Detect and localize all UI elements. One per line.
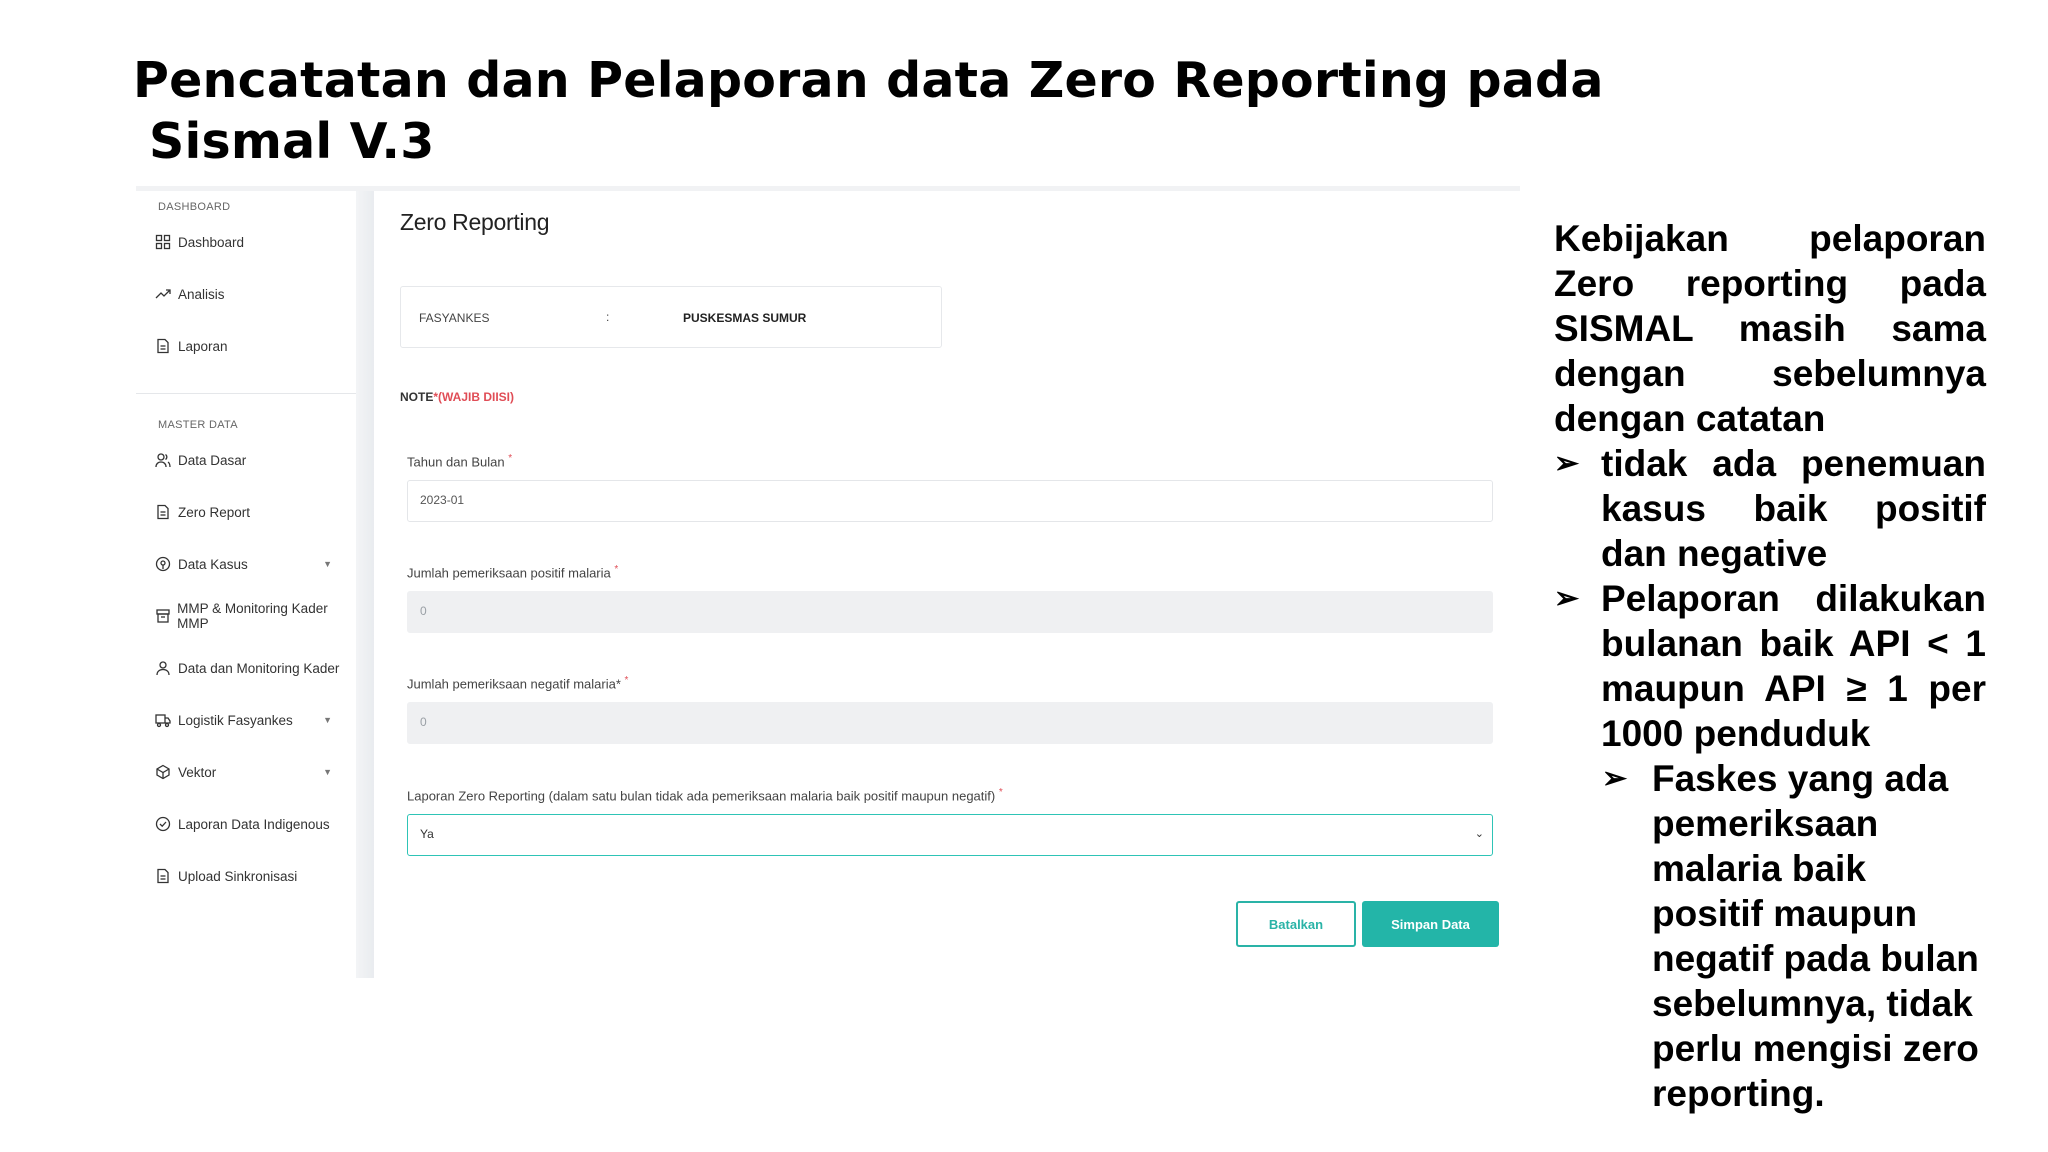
sidebar-edge <box>356 191 374 978</box>
save-button[interactable]: Simpan Data <box>1362 901 1499 947</box>
policy-bullet-2: ➢ Pelaporan dilakukan bulanan baik API <… <box>1554 576 1986 756</box>
bug-icon <box>154 763 172 781</box>
page-title: Zero Reporting <box>400 209 550 235</box>
app-screenshot: DASHBOARD Dashboard Analisis Laporan MAS… <box>136 186 1520 978</box>
sidebar-section-dashboard: DASHBOARD <box>158 201 231 213</box>
sidebar-item-label: Analisis <box>178 286 225 302</box>
arrow-bullet-icon: ➢ <box>1554 447 1580 480</box>
sidebar-item-label: Upload Sinkronisasi <box>178 868 298 884</box>
sidebar-item-label: Data Kasus <box>178 556 248 572</box>
fasyankes-colon: : <box>606 310 610 324</box>
policy-text: Kebijakan pelaporan Zero reporting pada … <box>1554 216 1986 1116</box>
slide-title-line1: Pencatatan dan Pelaporan data Zero Repor… <box>133 52 1604 109</box>
zero-reporting-label-text: Laporan Zero Reporting (dalam satu bulan… <box>407 788 996 804</box>
user-icon <box>154 659 172 677</box>
chevron-down-icon[interactable]: ▼ <box>323 767 332 777</box>
box-icon <box>154 607 171 625</box>
policy-bullet-1: ➢ tidak ada penemuan kasus baik positif … <box>1554 441 1986 576</box>
required-star: * <box>614 564 619 575</box>
sidebar-item-zero-report[interactable]: Zero Report <box>154 500 354 524</box>
zero-reporting-select[interactable]: Ya ⌄ <box>407 814 1493 856</box>
sidebar-item-mmp-monitoring[interactable]: MMP & Monitoring Kader MMP <box>154 601 354 631</box>
chevron-down-icon[interactable]: ▼ <box>323 715 332 725</box>
document-icon <box>154 503 172 521</box>
fasyankes-card: FASYANKES : PUSKESMAS SUMUR <box>400 286 942 348</box>
sidebar-item-data-dasar[interactable]: Data Dasar <box>154 448 354 472</box>
slide-title-line2: Sismal V.3 <box>149 113 435 170</box>
sidebar-section-master-data: MASTER DATA <box>158 419 238 431</box>
positif-label-text: Jumlah pemeriksaan positif malaria <box>407 565 611 581</box>
slide-title: Pencatatan dan Pelaporan data Zero Repor… <box>133 50 1633 172</box>
fasyankes-label: FASYANKES <box>419 311 490 325</box>
sidebar-item-label: Data Dasar <box>178 452 247 468</box>
document-icon <box>154 867 172 885</box>
sidebar-divider <box>136 393 356 394</box>
sidebar-item-label: Laporan Data Indigenous <box>178 816 330 832</box>
cancel-button[interactable]: Batalkan <box>1236 901 1356 947</box>
negatif-label-text: Jumlah pemeriksaan negatif malaria* <box>407 676 621 692</box>
positif-input: 0 <box>407 591 1493 633</box>
truck-icon <box>154 711 172 729</box>
fasyankes-value: PUSKESMAS SUMUR <box>683 311 807 325</box>
policy-bullet-1-text: tidak ada penemuan kasus baik positif da… <box>1601 443 1986 574</box>
required-star: * <box>624 675 629 686</box>
negatif-input: 0 <box>407 702 1493 744</box>
zero-reporting-selected-value: Ya <box>420 827 434 841</box>
sidebar-item-label: Zero Report <box>178 504 251 520</box>
tahun-bulan-label: Tahun dan Bulan * <box>407 453 512 469</box>
arrow-bullet-icon: ➢ <box>1554 582 1580 615</box>
policy-intro: Kebijakan pelaporan Zero reporting pada … <box>1554 218 1986 439</box>
note-text: NOTE <box>400 390 434 404</box>
sidebar-item-label: MMP & Monitoring Kader MMP <box>177 601 328 631</box>
sidebar-item-label: Logistik Fasyankes <box>178 712 293 728</box>
positif-label: Jumlah pemeriksaan positif malaria * <box>407 564 618 580</box>
sidebar: DASHBOARD Dashboard Analisis Laporan MAS… <box>136 191 356 978</box>
sidebar-item-label: Data dan Monitoring Kader <box>178 660 340 676</box>
negatif-label: Jumlah pemeriksaan negatif malaria* * <box>407 675 628 691</box>
sidebar-item-analisis[interactable]: Analisis <box>154 282 354 306</box>
sidebar-item-dashboard[interactable]: Dashboard <box>154 230 354 254</box>
tahun-bulan-label-text: Tahun dan Bulan <box>407 454 505 470</box>
chevron-down-icon: ⌄ <box>1474 828 1484 840</box>
sidebar-item-laporan[interactable]: Laporan <box>154 334 354 358</box>
arrow-bullet-icon: ➢ <box>1602 762 1628 795</box>
note-required: *(WAJIB DIISI) <box>433 390 515 404</box>
main-content: Zero Reporting FASYANKES : PUSKESMAS SUM… <box>374 191 1520 978</box>
policy-bullet-2-text: Pelaporan dilakukan bulanan baik API < 1… <box>1601 578 1986 754</box>
trend-icon <box>154 285 172 303</box>
sidebar-item-data-kasus[interactable]: Data Kasus ▼ <box>154 552 354 576</box>
sidebar-item-upload-sinkronisasi[interactable]: Upload Sinkronisasi <box>154 864 354 888</box>
location-icon <box>154 555 172 573</box>
required-star: * <box>998 787 1003 798</box>
sidebar-item-label: Laporan <box>178 338 228 354</box>
tahun-bulan-input[interactable]: 2023-01 <box>407 480 1493 522</box>
chevron-down-icon[interactable]: ▼ <box>323 559 332 569</box>
required-star: * <box>508 453 513 464</box>
sidebar-item-laporan-indigenous[interactable]: Laporan Data Indigenous <box>154 812 354 836</box>
sidebar-item-label: Vektor <box>178 764 217 780</box>
policy-bullet-3-text: Faskes yang ada pemeriksaan malaria baik… <box>1652 758 1979 1114</box>
policy-bullet-3: ➢ Faskes yang ada pemeriksaan malaria ba… <box>1602 756 1986 1116</box>
check-circle-icon <box>154 815 172 833</box>
zero-reporting-label: Laporan Zero Reporting (dalam satu bulan… <box>407 787 1003 803</box>
sidebar-item-label: Dashboard <box>178 234 245 250</box>
sidebar-item-vektor[interactable]: Vektor ▼ <box>154 760 354 784</box>
users-icon <box>154 451 172 469</box>
sidebar-item-data-monitoring-kader[interactable]: Data dan Monitoring Kader <box>154 656 354 680</box>
note-label: NOTE*(WAJIB DIISI) <box>400 390 514 404</box>
document-icon <box>154 337 172 355</box>
grid-icon <box>154 233 172 251</box>
sidebar-item-logistik-fasyankes[interactable]: Logistik Fasyankes ▼ <box>154 708 354 732</box>
